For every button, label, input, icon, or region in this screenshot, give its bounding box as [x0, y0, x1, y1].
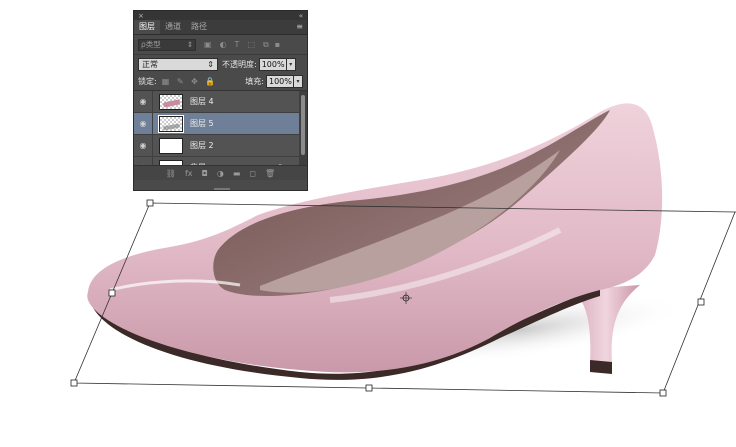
lock-icon: 🔒 [276, 164, 285, 166]
lock-row: 锁定: ▦ ✎ ✥ 🔒 填充: 100% ▾ [134, 73, 307, 91]
layer-thumbnail [159, 137, 183, 154]
layer-thumbnail [159, 159, 183, 165]
fill-dropdown-icon[interactable]: ▾ [294, 75, 303, 88]
tab-channels[interactable]: 通道 [160, 20, 186, 34]
transform-handle-bottom[interactable] [365, 384, 373, 392]
blend-mode-select[interactable]: 正常 ⇕ [138, 57, 218, 71]
fill-label: 填充: [245, 77, 264, 86]
layer-name: 图层 5 [190, 119, 214, 128]
panel-close-icon[interactable]: × [138, 12, 144, 20]
opacity-label: 不透明度: [222, 59, 257, 69]
blend-mode-value: 正常 [142, 59, 158, 69]
shape-filter-icon[interactable]: ⬚ [247, 40, 255, 49]
chevron-updown-icon: ⇕ [207, 59, 214, 69]
panel-tabs: 图层 通道 路径 ≡ [134, 20, 307, 35]
lock-paint-icon[interactable]: ✎ [177, 77, 184, 86]
document-canvas[interactable] [0, 0, 736, 447]
panel-resize-grip[interactable] [214, 188, 230, 190]
trash-icon[interactable]: 🗑 [265, 169, 275, 178]
link-layers-icon[interactable]: ⛓ [166, 169, 176, 178]
fill-field[interactable]: 100% [266, 75, 294, 88]
panel-collapse-icon[interactable]: « [299, 12, 303, 20]
panel-menu-icon[interactable]: ≡ [296, 23, 303, 31]
layers-panel: × « 图层 通道 路径 ≡ ρ类型 ⇕ ▣ ◐ T ⬚ ⧉ ▪ 正常 ⇕ 不透… [133, 10, 308, 191]
image-filter-icon[interactable]: ▣ [204, 40, 212, 49]
panel-titlebar: × « [134, 11, 307, 20]
new-layer-icon[interactable]: ◻ [249, 169, 256, 178]
lock-label: 锁定: [138, 77, 157, 86]
eye-icon[interactable]: ◉ [134, 157, 153, 165]
lock-transparent-icon[interactable]: ▦ [162, 77, 170, 86]
layer-thumbnail [159, 93, 183, 110]
heel-tip [590, 360, 612, 374]
fx-icon[interactable]: fx [185, 169, 193, 178]
add-mask-icon[interactable]: ◘ [202, 169, 208, 178]
eye-icon[interactable]: ◉ [134, 113, 153, 134]
adjustment-filter-icon[interactable]: ◐ [220, 40, 227, 49]
layer-row[interactable]: ◉ 图层 2 [134, 135, 307, 157]
filter-toggle-icon[interactable]: ▪ [275, 40, 280, 49]
eye-icon[interactable]: ◉ [134, 135, 153, 156]
transform-handle-right[interactable] [697, 298, 705, 306]
scrollbar-thumb[interactable] [301, 95, 305, 155]
transform-handle-bottom-right[interactable] [659, 389, 667, 397]
blend-row: 正常 ⇕ 不透明度: 100% ▾ [134, 55, 307, 73]
adjustment-layer-icon[interactable]: ◑ [217, 169, 224, 178]
opacity-dropdown-icon[interactable]: ▾ [286, 57, 296, 71]
layer-row[interactable]: ◉ 背景 🔒 [134, 157, 307, 165]
transform-handle-top-left[interactable] [146, 199, 154, 207]
smart-object-filter-icon[interactable]: ⧉ [263, 40, 269, 50]
layers-list: ◉ 图层 4 ◉ 图层 5 ◉ 图层 2 ◉ 背景 🔒 [134, 91, 307, 165]
filter-kind-label: ρ类型 [141, 40, 161, 49]
layer-name: 图层 2 [190, 141, 214, 150]
tab-layers[interactable]: 图层 [134, 20, 160, 34]
filter-kind-select[interactable]: ρ类型 ⇕ [138, 38, 196, 51]
lock-all-icon[interactable]: 🔒 [205, 77, 215, 86]
lock-position-icon[interactable]: ✥ [191, 77, 198, 86]
transform-handle-left[interactable] [108, 289, 116, 297]
panel-footer: ⛓ fx ◘ ◑ ▬ ◻ 🗑 [134, 165, 307, 180]
layers-scrollbar[interactable] [299, 91, 307, 165]
layer-row-selected[interactable]: ◉ 图层 5 [134, 113, 307, 135]
opacity-field[interactable]: 100% [258, 57, 287, 71]
new-group-icon[interactable]: ▬ [233, 169, 241, 178]
eye-icon[interactable]: ◉ [134, 91, 153, 112]
layer-name: 背景 [190, 162, 206, 165]
chevron-updown-icon: ⇕ [186, 40, 193, 49]
tab-paths[interactable]: 路径 [186, 20, 212, 34]
layer-filter-row: ρ类型 ⇕ ▣ ◐ T ⬚ ⧉ ▪ [134, 35, 307, 55]
transform-handle-bottom-left[interactable] [70, 379, 78, 387]
layer-name: 图层 4 [190, 97, 214, 106]
layer-row[interactable]: ◉ 图层 4 [134, 91, 307, 113]
type-filter-icon[interactable]: T [235, 40, 240, 49]
layer-thumbnail [158, 114, 184, 133]
